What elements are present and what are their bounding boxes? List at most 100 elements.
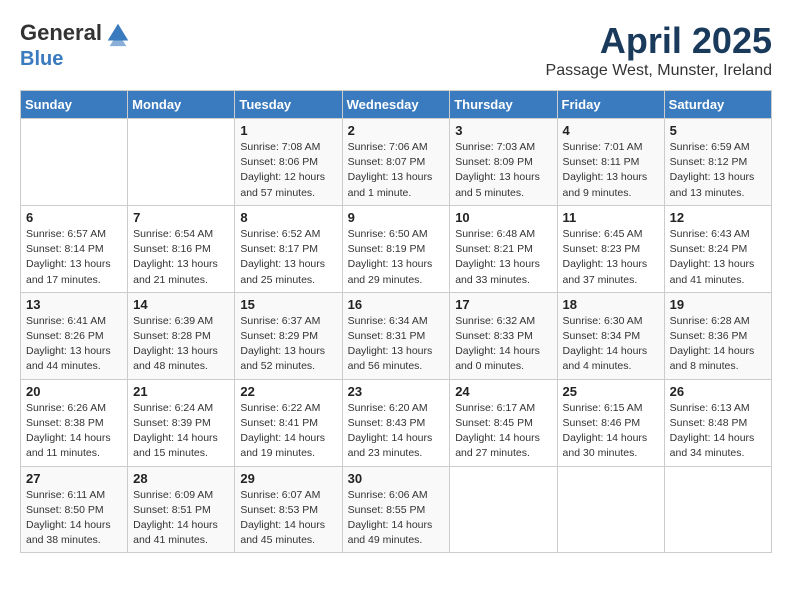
calendar-body: 1 Sunrise: 7:08 AMSunset: 8:06 PMDaylight… (21, 119, 772, 553)
day-cell (21, 119, 128, 206)
day-cell: 23 Sunrise: 6:20 AMSunset: 8:43 PMDayligh… (342, 379, 450, 466)
day-cell: 2Sunrise: 7:06 AMSunset: 8:07 PMDaylight… (342, 119, 450, 206)
day-detail: Sunrise: 6:52 AMSunset: 8:17 PMDaylight:… (240, 227, 336, 288)
day-cell (128, 119, 235, 206)
day-number: 29 (240, 471, 336, 486)
calendar-table: SundayMondayTuesdayWednesdayThursdayFrid… (20, 90, 772, 553)
month-title: April 2025 (546, 20, 772, 62)
day-detail: Sunrise: 6:43 AMSunset: 8:24 PMDaylight:… (670, 227, 766, 288)
day-number: 22 (240, 384, 336, 399)
day-number: 9 (348, 210, 445, 225)
day-number: 18 (563, 297, 659, 312)
day-detail: Sunrise: 6:22 AMSunset: 8:41 PMDaylight:… (240, 401, 336, 462)
day-cell: 27 Sunrise: 6:11 AMSunset: 8:50 PMDayligh… (21, 466, 128, 553)
day-number: 6 (26, 210, 122, 225)
day-cell: 30 Sunrise: 6:06 AMSunset: 8:55 PMDayligh… (342, 466, 450, 553)
day-detail: Sunrise: 6:57 AMSunset: 8:14 PMDaylight:… (26, 227, 122, 288)
day-cell: 11Sunrise: 6:45 AMSunset: 8:23 PMDayligh… (557, 205, 664, 292)
week-row-3: 13 Sunrise: 6:41 AMSunset: 8:26 PMDayligh… (21, 292, 772, 379)
day-cell: 22 Sunrise: 6:22 AMSunset: 8:41 PMDayligh… (235, 379, 342, 466)
day-number: 21 (133, 384, 229, 399)
day-detail: Sunrise: 6:54 AMSunset: 8:16 PMDaylight:… (133, 227, 229, 288)
page-header: General Blue April 2025 Passage West, Mu… (20, 20, 772, 80)
day-cell: 18 Sunrise: 6:30 AMSunset: 8:34 PMDayligh… (557, 292, 664, 379)
day-detail: Sunrise: 6:20 AMSunset: 8:43 PMDaylight:… (348, 401, 445, 462)
day-detail: Sunrise: 6:32 AMSunset: 8:33 PMDaylight:… (455, 314, 551, 375)
day-cell: 29 Sunrise: 6:07 AMSunset: 8:53 PMDayligh… (235, 466, 342, 553)
day-cell: 8Sunrise: 6:52 AMSunset: 8:17 PMDaylight… (235, 205, 342, 292)
day-detail: Sunrise: 6:17 AMSunset: 8:45 PMDaylight:… (455, 401, 551, 462)
day-cell: 9 Sunrise: 6:50 AMSunset: 8:19 PMDaylight… (342, 205, 450, 292)
week-row-2: 6 Sunrise: 6:57 AMSunset: 8:14 PMDaylight… (21, 205, 772, 292)
day-detail: Sunrise: 6:28 AMSunset: 8:36 PMDaylight:… (670, 314, 766, 375)
day-cell: 19 Sunrise: 6:28 AMSunset: 8:36 PMDayligh… (664, 292, 771, 379)
day-header-friday: Friday (557, 91, 664, 119)
day-number: 19 (670, 297, 766, 312)
day-cell: 6 Sunrise: 6:57 AMSunset: 8:14 PMDaylight… (21, 205, 128, 292)
day-cell (664, 466, 771, 553)
day-detail: Sunrise: 7:06 AMSunset: 8:07 PMDaylight:… (348, 140, 445, 201)
day-detail: Sunrise: 6:37 AMSunset: 8:29 PMDaylight:… (240, 314, 336, 375)
day-number: 27 (26, 471, 122, 486)
day-number: 25 (563, 384, 659, 399)
day-detail: Sunrise: 6:34 AMSunset: 8:31 PMDaylight:… (348, 314, 445, 375)
day-number: 5 (670, 123, 766, 138)
logo-general: General (20, 20, 102, 45)
day-number: 23 (348, 384, 445, 399)
day-detail: Sunrise: 6:39 AMSunset: 8:28 PMDaylight:… (133, 314, 229, 375)
day-cell: 3Sunrise: 7:03 AMSunset: 8:09 PMDaylight… (450, 119, 557, 206)
day-detail: Sunrise: 6:11 AMSunset: 8:50 PMDaylight:… (26, 488, 122, 549)
day-number: 20 (26, 384, 122, 399)
day-detail: Sunrise: 6:50 AMSunset: 8:19 PMDaylight:… (348, 227, 445, 288)
day-cell: 5 Sunrise: 6:59 AMSunset: 8:12 PMDaylight… (664, 119, 771, 206)
day-cell: 25 Sunrise: 6:15 AMSunset: 8:46 PMDayligh… (557, 379, 664, 466)
title-block: April 2025 Passage West, Munster, Irelan… (546, 20, 772, 80)
day-detail: Sunrise: 6:07 AMSunset: 8:53 PMDaylight:… (240, 488, 336, 549)
day-number: 13 (26, 297, 122, 312)
day-number: 4 (563, 123, 659, 138)
day-number: 30 (348, 471, 445, 486)
week-row-4: 20 Sunrise: 6:26 AMSunset: 8:38 PMDayligh… (21, 379, 772, 466)
day-header-monday: Monday (128, 91, 235, 119)
week-row-5: 27 Sunrise: 6:11 AMSunset: 8:50 PMDayligh… (21, 466, 772, 553)
logo: General Blue (20, 20, 134, 70)
day-detail: Sunrise: 6:30 AMSunset: 8:34 PMDaylight:… (563, 314, 659, 375)
day-detail: Sunrise: 6:06 AMSunset: 8:55 PMDaylight:… (348, 488, 445, 549)
day-detail: Sunrise: 6:26 AMSunset: 8:38 PMDaylight:… (26, 401, 122, 462)
day-header-wednesday: Wednesday (342, 91, 450, 119)
day-detail: Sunrise: 6:59 AMSunset: 8:12 PMDaylight:… (670, 140, 766, 201)
day-number: 26 (670, 384, 766, 399)
day-detail: Sunrise: 6:24 AMSunset: 8:39 PMDaylight:… (133, 401, 229, 462)
day-number: 14 (133, 297, 229, 312)
day-detail: Sunrise: 6:15 AMSunset: 8:46 PMDaylight:… (563, 401, 659, 462)
week-row-1: 1 Sunrise: 7:08 AMSunset: 8:06 PMDaylight… (21, 119, 772, 206)
day-number: 17 (455, 297, 551, 312)
day-cell: 28Sunrise: 6:09 AMSunset: 8:51 PMDayligh… (128, 466, 235, 553)
day-detail: Sunrise: 6:41 AMSunset: 8:26 PMDaylight:… (26, 314, 122, 375)
day-number: 15 (240, 297, 336, 312)
day-cell: 13 Sunrise: 6:41 AMSunset: 8:26 PMDayligh… (21, 292, 128, 379)
day-detail: Sunrise: 7:08 AMSunset: 8:06 PMDaylight:… (240, 140, 336, 201)
day-cell: 1 Sunrise: 7:08 AMSunset: 8:06 PMDaylight… (235, 119, 342, 206)
day-cell: 21 Sunrise: 6:24 AMSunset: 8:39 PMDayligh… (128, 379, 235, 466)
day-detail: Sunrise: 6:48 AMSunset: 8:21 PMDaylight:… (455, 227, 551, 288)
day-cell: 20 Sunrise: 6:26 AMSunset: 8:38 PMDayligh… (21, 379, 128, 466)
day-number: 7 (133, 210, 229, 225)
day-detail: Sunrise: 7:01 AMSunset: 8:11 PMDaylight:… (563, 140, 659, 201)
day-number: 12 (670, 210, 766, 225)
day-cell: 7 Sunrise: 6:54 AMSunset: 8:16 PMDaylight… (128, 205, 235, 292)
day-cell: 16Sunrise: 6:34 AMSunset: 8:31 PMDayligh… (342, 292, 450, 379)
day-number: 1 (240, 123, 336, 138)
day-detail: Sunrise: 6:09 AMSunset: 8:51 PMDaylight:… (133, 488, 229, 549)
calendar-header-row: SundayMondayTuesdayWednesdayThursdayFrid… (21, 91, 772, 119)
day-detail: Sunrise: 7:03 AMSunset: 8:09 PMDaylight:… (455, 140, 551, 201)
location-title: Passage West, Munster, Ireland (546, 62, 772, 80)
day-header-tuesday: Tuesday (235, 91, 342, 119)
day-cell: 12 Sunrise: 6:43 AMSunset: 8:24 PMDayligh… (664, 205, 771, 292)
day-cell: 26Sunrise: 6:13 AMSunset: 8:48 PMDayligh… (664, 379, 771, 466)
day-number: 24 (455, 384, 551, 399)
day-cell: 17 Sunrise: 6:32 AMSunset: 8:33 PMDayligh… (450, 292, 557, 379)
day-number: 10 (455, 210, 551, 225)
day-cell: 15 Sunrise: 6:37 AMSunset: 8:29 PMDayligh… (235, 292, 342, 379)
day-cell (450, 466, 557, 553)
